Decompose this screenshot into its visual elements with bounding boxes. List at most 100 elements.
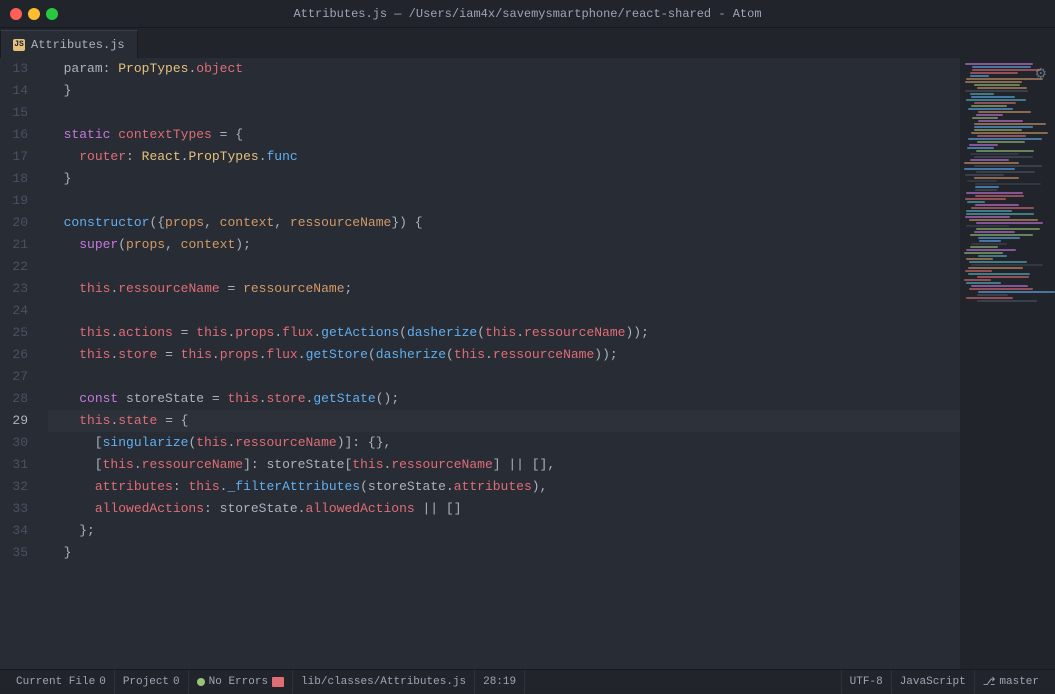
minimap-line: [975, 195, 1024, 197]
minimap-line: [978, 237, 1019, 239]
minimize-button[interactable]: [28, 8, 40, 20]
current-file-count: 0: [99, 676, 106, 688]
minimap-line: [971, 243, 1007, 245]
minimap-line: [970, 153, 1018, 155]
file-path-label: lib/classes/Attributes.js: [301, 676, 466, 688]
minimap-line: [965, 81, 1022, 83]
minimap-line: [964, 168, 1014, 170]
code-line: }: [48, 542, 960, 564]
code-line: attributes: this._filterAttributes(store…: [48, 476, 960, 498]
code-line: }: [48, 168, 960, 190]
minimap-line: [971, 207, 1034, 209]
minimap-line: [976, 150, 1034, 152]
window-title: Attributes.js — /Users/iam4x/savemysmart…: [293, 7, 761, 21]
minimap-line: [969, 219, 1038, 221]
language-status[interactable]: JavaScript: [891, 670, 974, 694]
minimap-line: [971, 96, 1015, 98]
minimap-line: [967, 180, 998, 182]
close-button[interactable]: [10, 8, 22, 20]
status-right: UTF-8 JavaScript ⎇ master: [841, 670, 1047, 694]
minimap-line: [966, 249, 1016, 251]
code-line: this.store = this.props.flux.getStore(da…: [48, 344, 960, 366]
minimap-line: [966, 258, 994, 260]
maximize-button[interactable]: [46, 8, 58, 20]
code-content: 1314151617181920212223242526272829303132…: [0, 58, 960, 669]
minimap-line: [970, 234, 1033, 236]
project-status[interactable]: Project 0: [115, 670, 189, 694]
line-numbers: 1314151617181920212223242526272829303132…: [0, 58, 40, 669]
code-line: [48, 256, 960, 278]
minimap-line: [970, 246, 998, 248]
minimap-line: [966, 99, 1026, 101]
title-bar: Attributes.js — /Users/iam4x/savemysmart…: [0, 0, 1055, 28]
minimap-line: [965, 270, 992, 272]
project-count: 0: [173, 676, 180, 688]
minimap-line: [977, 276, 1029, 278]
minimap-line: [975, 186, 999, 188]
minimap-line: [974, 123, 1046, 125]
minimap-line: [974, 102, 1016, 104]
minimap-line: [965, 174, 1004, 176]
minimap-line: [978, 111, 1031, 113]
minimap-lines: [960, 58, 1055, 307]
minimap-line: [974, 231, 1015, 233]
code-line: };: [48, 520, 960, 542]
minimap-line: [970, 159, 1009, 161]
error-icon: [272, 677, 284, 687]
minimap-line: [965, 198, 1006, 200]
minimap-line: [975, 189, 996, 191]
cursor-position-label: 28:19: [483, 676, 516, 688]
minimap-line: [975, 204, 1019, 206]
code-line: param: PropTypes.object: [48, 58, 960, 80]
minimap-line: [966, 297, 1014, 299]
tab-attributes-js[interactable]: JS Attributes.js: [0, 30, 138, 58]
minimap-line: [977, 87, 1027, 89]
minimap-line: [969, 288, 1033, 290]
minimap-line: [971, 264, 1043, 266]
minimap-line: [976, 222, 1043, 224]
code-line: constructor({props, context, ressourceNa…: [48, 212, 960, 234]
current-file-status[interactable]: Current File 0: [8, 670, 115, 694]
minimap-line: [967, 147, 994, 149]
minimap-line: [978, 255, 1007, 257]
code-editor[interactable]: 1314151617181920212223242526272829303132…: [0, 58, 960, 669]
no-errors-label: No Errors: [209, 676, 268, 688]
code-line: static contextTypes = {: [48, 124, 960, 146]
minimap-line: [970, 72, 1018, 74]
code-lines[interactable]: param: PropTypes.object } static context…: [40, 58, 960, 669]
code-line: super(props, context);: [48, 234, 960, 256]
status-bar: Current File 0 Project 0 No Errors lib/c…: [0, 669, 1055, 693]
minimap-line: [969, 261, 1027, 263]
code-line: [48, 190, 960, 212]
minimap-line: [970, 75, 990, 77]
file-path-status[interactable]: lib/classes/Attributes.js: [293, 670, 475, 694]
minimap-line: [974, 129, 1022, 131]
encoding-label: UTF-8: [850, 676, 883, 688]
minimap-line: [971, 132, 1048, 134]
language-label: JavaScript: [900, 676, 966, 688]
code-line: }: [48, 80, 960, 102]
cursor-position-status[interactable]: 28:19: [475, 670, 525, 694]
minimap: ⚙: [960, 58, 1055, 669]
minimap-line: [966, 78, 1043, 80]
editor-main: 1314151617181920212223242526272829303132…: [0, 58, 1055, 669]
minimap-line: [966, 225, 1009, 227]
minimap-line: [968, 108, 1013, 110]
file-icon: JS: [13, 39, 25, 51]
window-controls: [10, 8, 58, 20]
minimap-line: [964, 252, 1003, 254]
encoding-status[interactable]: UTF-8: [841, 670, 891, 694]
minimap-line: [976, 114, 1004, 116]
minimap-line: [972, 117, 998, 119]
branch-status[interactable]: ⎇ master: [974, 670, 1047, 694]
minimap-line: [979, 240, 1002, 242]
minimap-line: [964, 279, 991, 281]
minimap-line: [975, 183, 1041, 185]
no-errors-status[interactable]: No Errors: [189, 670, 293, 694]
no-errors-dot: [197, 678, 205, 686]
minimap-line: [977, 294, 1008, 296]
code-line: [singularize(this.ressourceName)]: {},: [48, 432, 960, 454]
minimap-line: [965, 63, 1033, 65]
minimap-line: [972, 69, 1040, 71]
code-line: this.state = {: [48, 410, 960, 432]
